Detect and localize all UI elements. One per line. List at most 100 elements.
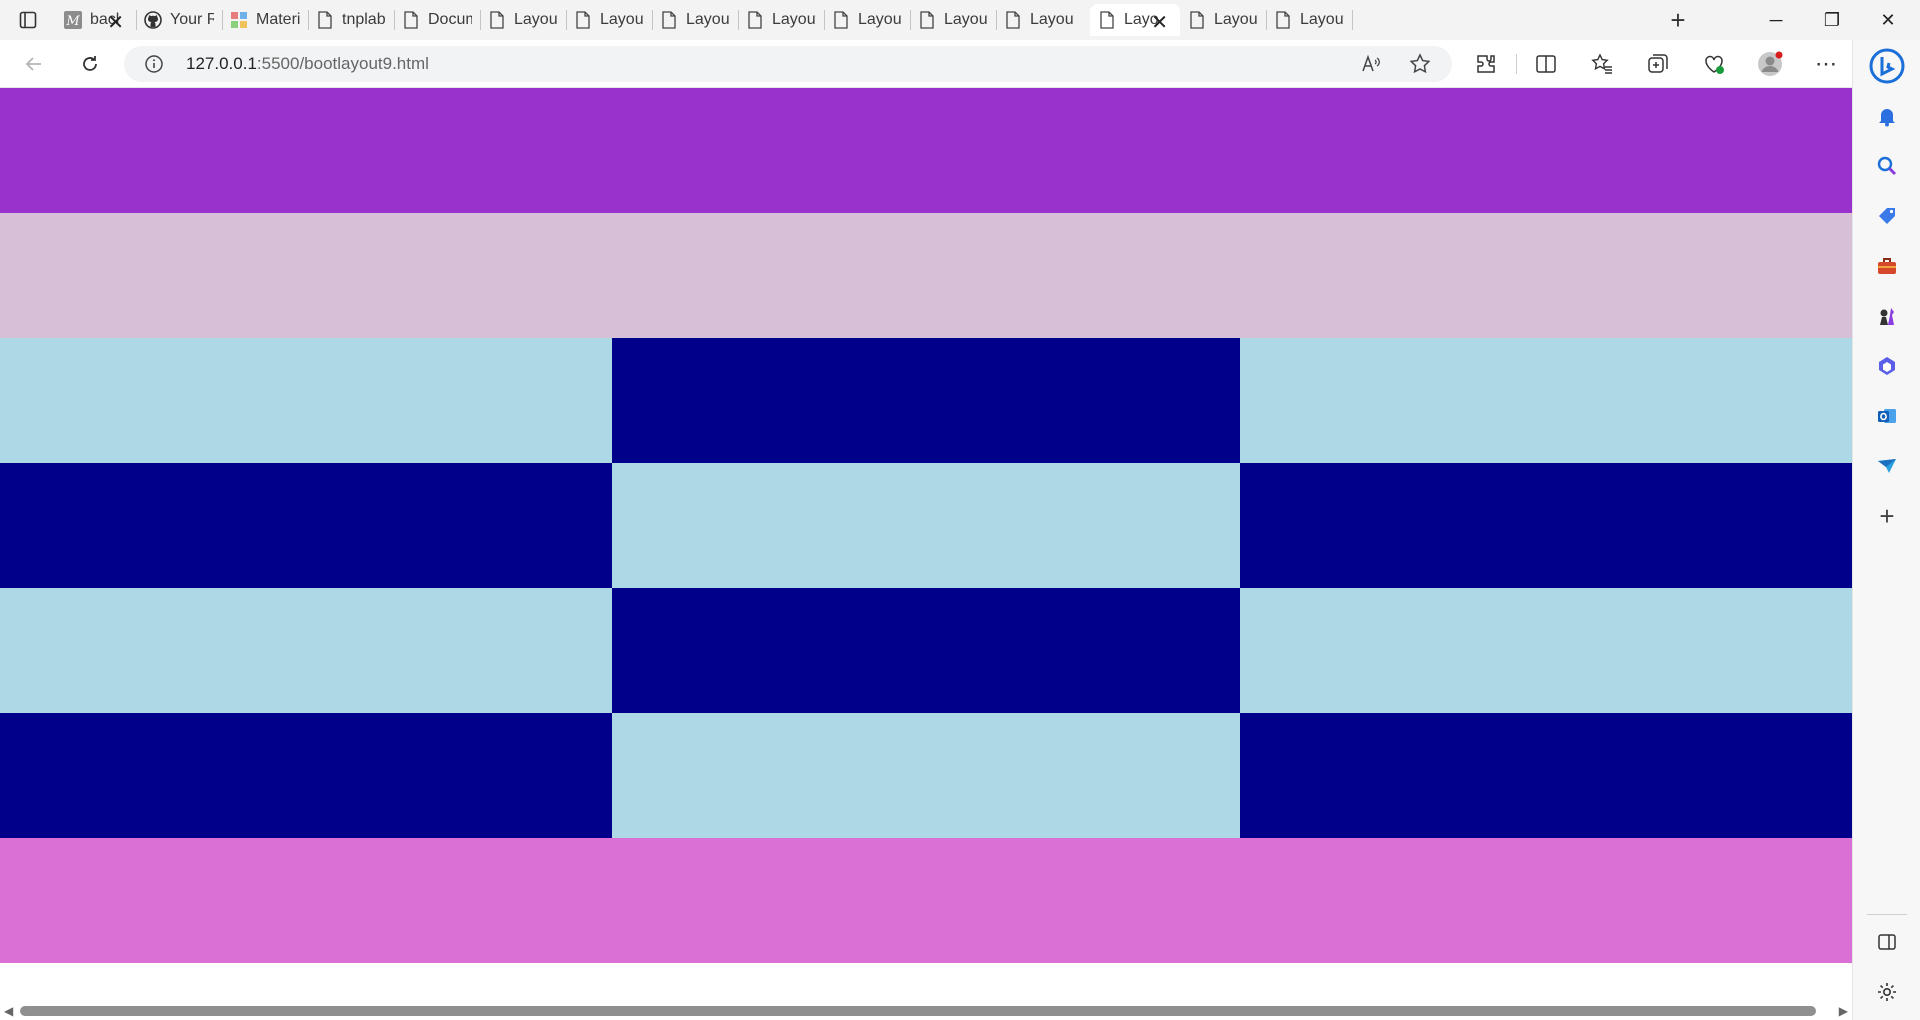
grid-row-4 — [0, 713, 1852, 838]
tab-separator — [1352, 10, 1353, 30]
send-icon[interactable] — [1873, 452, 1901, 480]
page-icon — [1098, 11, 1116, 29]
grid-row-3-col-3 — [1240, 588, 1852, 713]
grid-row-2 — [0, 463, 1852, 588]
tab[interactable]: Layout b — [824, 4, 910, 36]
page-icon — [488, 11, 506, 29]
chess-icon[interactable] — [1873, 302, 1901, 330]
split-screen-icon[interactable] — [1532, 50, 1560, 78]
tab-title: Layout b — [772, 11, 816, 28]
grid-row-4-col-3 — [1240, 713, 1852, 838]
tab[interactable]: Documer — [394, 4, 480, 36]
favorite-star-icon[interactable] — [1408, 52, 1432, 76]
bell-icon[interactable] — [1873, 102, 1901, 130]
close-tab-icon[interactable]: ✕ — [107, 10, 124, 35]
grid-row-2-col-3 — [1240, 463, 1852, 588]
extensions-icon[interactable] — [1472, 50, 1500, 78]
horizontal-scrollbar[interactable]: ◀ ▶ — [0, 1000, 1852, 1020]
url-host: 127.0.0.1 — [186, 54, 257, 73]
outlook-icon[interactable] — [1873, 402, 1901, 430]
tab-title: Layout b — [686, 11, 730, 28]
edge-sidebar: + — [1852, 40, 1920, 1020]
tab-title: Documer — [428, 11, 472, 28]
tab-title: Layout b — [1300, 11, 1344, 28]
close-window-button[interactable]: ✕ — [1868, 6, 1908, 34]
tab-title: Layout b — [1030, 11, 1074, 28]
github-icon — [144, 11, 162, 29]
m-letter-icon: M — [64, 11, 82, 29]
page-icon — [746, 11, 764, 29]
grid-row-3-col-1 — [0, 588, 612, 713]
tab-title: Your Rep — [170, 11, 214, 28]
briefcase-icon[interactable] — [1873, 252, 1901, 280]
grid-row-1 — [0, 338, 1852, 463]
tab-title: Layout b — [514, 11, 558, 28]
m365-icon[interactable] — [1873, 352, 1901, 380]
minimize-button[interactable]: ─ — [1756, 6, 1796, 34]
search-icon[interactable] — [1873, 152, 1901, 180]
tab-title: Layout b — [944, 11, 988, 28]
tab[interactable]: Layout b — [910, 4, 996, 36]
tag-icon[interactable] — [1873, 202, 1901, 230]
tab[interactable]: Layout b — [996, 4, 1082, 36]
sidebar-divider — [1867, 914, 1907, 915]
collections-icon[interactable] — [1644, 50, 1672, 78]
grid-row-2-col-2 — [612, 463, 1240, 588]
tab-title: Layout b — [858, 11, 902, 28]
back-button[interactable] — [18, 48, 50, 80]
tab-title: Material — [256, 11, 300, 28]
tab[interactable]: tnplab — [308, 4, 394, 36]
tab-actions-icon[interactable] — [18, 10, 38, 30]
tab[interactable]: Your Rep — [136, 4, 222, 36]
profile-avatar[interactable] — [1756, 50, 1784, 78]
tab-title: Layout b — [1214, 11, 1258, 28]
scroll-left-icon[interactable]: ◀ — [4, 1004, 13, 1018]
browser-essentials-icon[interactable] — [1700, 50, 1728, 78]
page-viewport — [0, 88, 1852, 1000]
tab-title: tnplab — [342, 11, 386, 28]
grid-row-1-col-1 — [0, 338, 612, 463]
restore-button[interactable]: ❐ — [1812, 6, 1852, 34]
read-aloud-icon[interactable] — [1360, 53, 1382, 75]
page-icon — [832, 11, 850, 29]
material-icon — [230, 11, 248, 29]
page-icon — [316, 11, 334, 29]
tab[interactable]: Mbacl ✕ — [56, 4, 136, 36]
svg-text:M: M — [65, 14, 80, 29]
tab[interactable]: Layout b — [566, 4, 652, 36]
grid-row-3 — [0, 588, 1852, 713]
grid-row-4-col-1 — [0, 713, 612, 838]
favorites-icon[interactable] — [1588, 50, 1616, 78]
new-tab-button[interactable]: + — [1664, 6, 1692, 34]
toolbar-divider — [1516, 54, 1517, 74]
address-bar[interactable]: 127.0.0.1:5500/bootlayout9.html — [124, 46, 1452, 82]
page-icon — [918, 11, 936, 29]
site-info-icon[interactable] — [144, 54, 164, 74]
split-panel-icon[interactable] — [1873, 928, 1901, 956]
bing-copilot-icon[interactable] — [1867, 46, 1907, 86]
grid-row-1-col-3 — [1240, 338, 1852, 463]
close-tab-icon[interactable]: ✕ — [1151, 10, 1168, 35]
tab[interactable]: Layout b — [480, 4, 566, 36]
tab-strip: Mbacl✕ Your Rep Material tnplab Documer Layou… — [0, 0, 1920, 40]
url-path: :5500/bootlayout9.html — [256, 54, 429, 73]
tab[interactable]: Layout b — [1180, 4, 1266, 36]
page-icon — [660, 11, 678, 29]
scroll-right-icon[interactable]: ▶ — [1839, 1004, 1848, 1018]
refresh-button[interactable] — [74, 48, 106, 80]
tab[interactable]: Layout b — [652, 4, 738, 36]
tab-active[interactable]: Layo ✕ — [1090, 4, 1180, 36]
tab-title: Layout b — [600, 11, 644, 28]
subheader-band — [0, 213, 1852, 338]
settings-icon[interactable] — [1873, 978, 1901, 1006]
tab[interactable]: Layout b — [738, 4, 824, 36]
settings-more-icon[interactable]: ⋯ — [1812, 50, 1840, 78]
add-icon[interactable]: + — [1873, 501, 1901, 531]
url-text[interactable]: 127.0.0.1:5500/bootlayout9.html — [186, 54, 429, 74]
header-band — [0, 88, 1852, 213]
tab[interactable]: Layout b — [1266, 4, 1352, 36]
tab[interactable]: Material — [222, 4, 308, 36]
scrollbar-thumb[interactable] — [20, 1006, 1816, 1016]
footer-band — [0, 838, 1852, 963]
page-icon — [402, 11, 420, 29]
